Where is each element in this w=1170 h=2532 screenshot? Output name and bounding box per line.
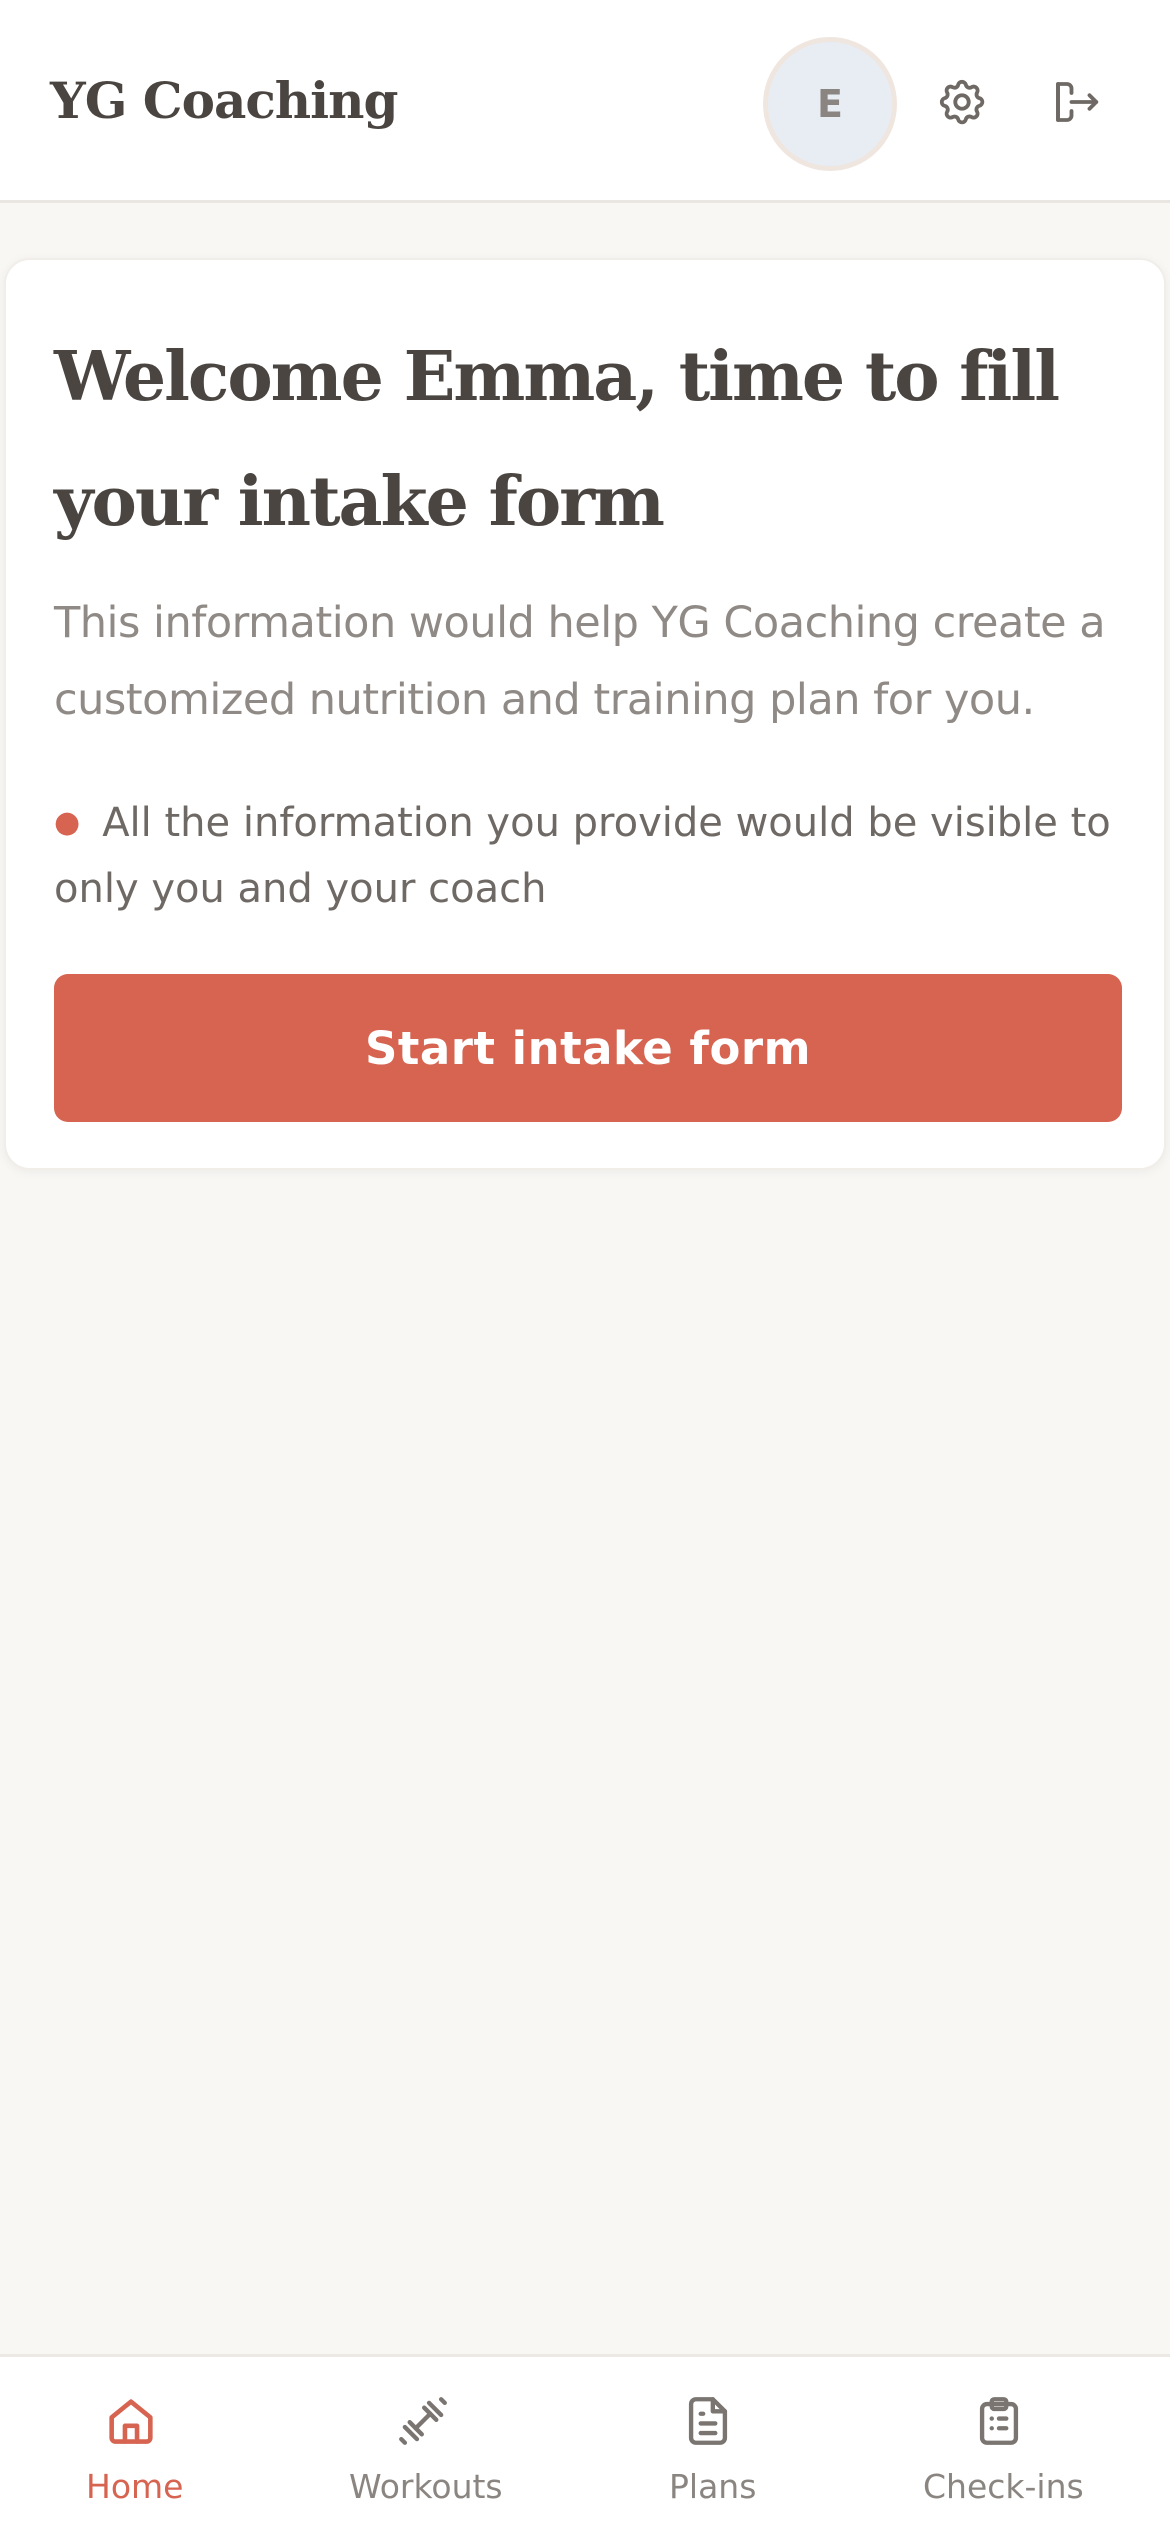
top-bar: YG Coaching E: [0, 0, 1170, 203]
home-icon: [109, 2399, 153, 2444]
nav-item-check-ins[interactable]: Check-ins: [836, 2357, 1170, 2532]
intake-subtitle: This information would help YG Coaching …: [54, 598, 1106, 725]
logout-icon: [1056, 82, 1099, 122]
intake-title: Welcome Emma, time to fill your intake f…: [54, 337, 1060, 542]
start-intake-form-button[interactable]: Start intake form: [54, 974, 1122, 1122]
nav-label-plans: Plans: [669, 2467, 757, 2506]
nav-label-workouts: Workouts: [349, 2467, 503, 2506]
intake-card: Welcome Emma, time to fill your intake f…: [4, 258, 1166, 1170]
avatar[interactable]: E: [763, 37, 897, 171]
settings-button[interactable]: [930, 70, 994, 134]
nav-item-plans[interactable]: Plans: [582, 2357, 836, 2532]
nav-item-home[interactable]: Home: [0, 2357, 262, 2532]
brand-title: YG Coaching: [50, 71, 398, 130]
privacy-note-text: All the information you provide would be…: [54, 800, 1111, 912]
nav-label-check-ins: Check-ins: [923, 2467, 1084, 2506]
document-icon: [688, 2397, 728, 2445]
bottom-nav: Home Workouts Plans Check-ins: [0, 2354, 1170, 2532]
nav-item-workouts[interactable]: Workouts: [262, 2357, 582, 2532]
privacy-note: ● All the information you provide would b…: [54, 790, 1134, 922]
gear-icon: [939, 79, 985, 125]
clipboard-icon: [979, 2397, 1019, 2445]
dumbbell-icon: [399, 2397, 447, 2445]
nav-label-home: Home: [86, 2467, 184, 2506]
logout-button[interactable]: [1044, 70, 1108, 134]
avatar-initial: E: [817, 82, 843, 126]
bullet-dot-icon: ●: [54, 805, 81, 840]
